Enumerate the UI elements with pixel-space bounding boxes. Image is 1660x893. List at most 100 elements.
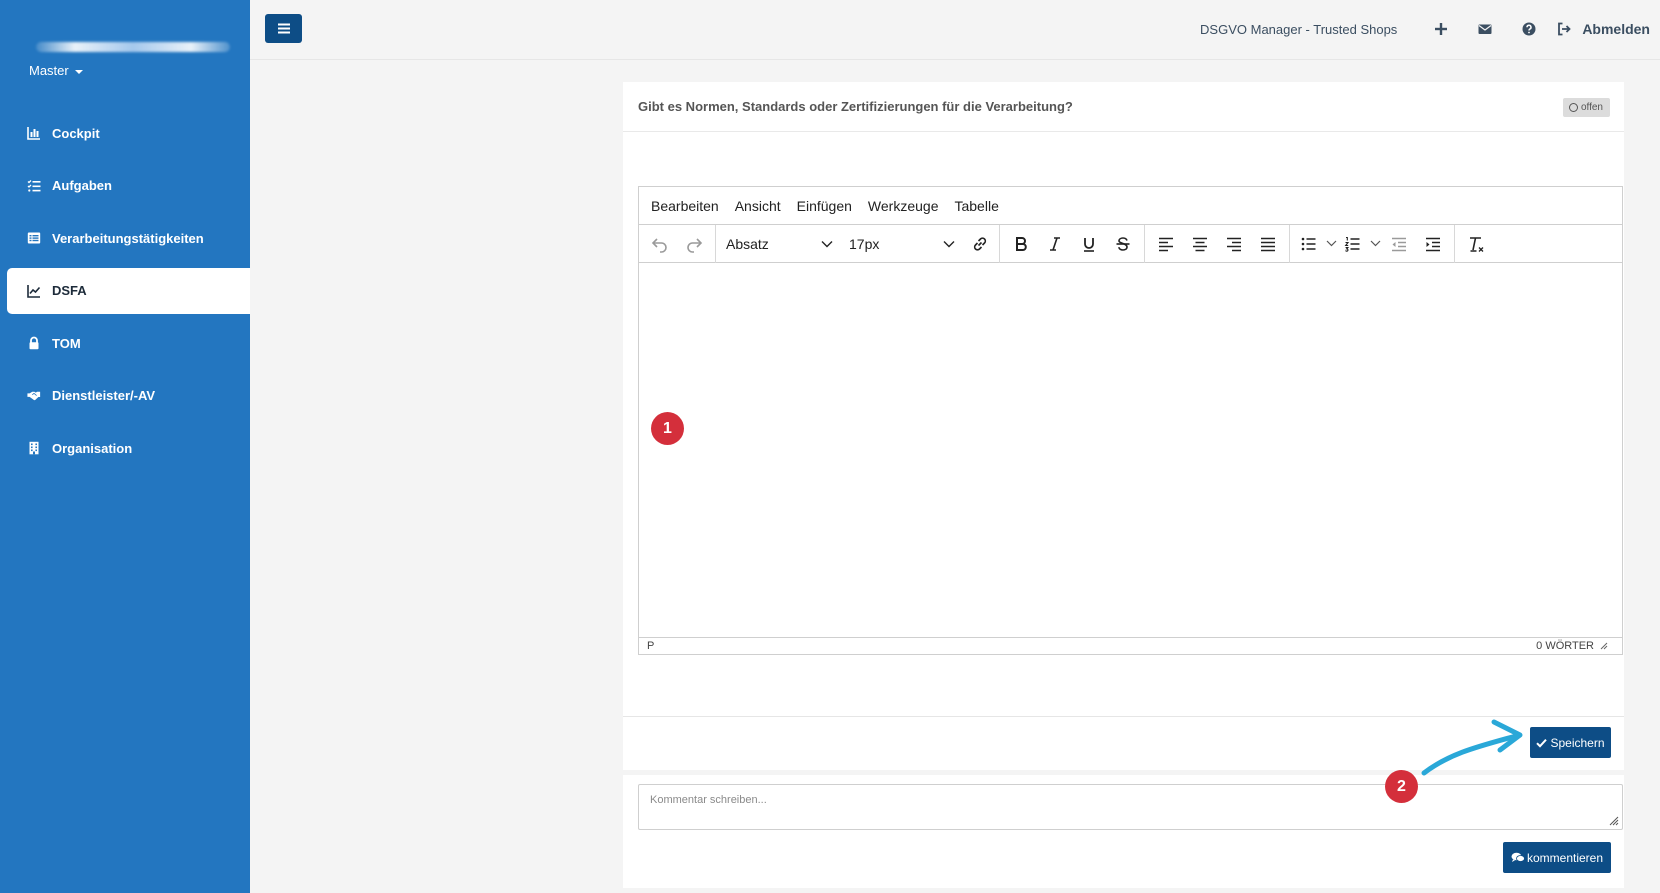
editor-content-area[interactable]: [639, 263, 1622, 665]
align-center-icon: [1193, 237, 1207, 251]
logout-button[interactable]: Abmelden: [1557, 21, 1650, 37]
align-left-button[interactable]: [1149, 227, 1183, 261]
block-format-select[interactable]: Absatz: [718, 227, 841, 261]
alignment-group: [1145, 224, 1290, 263]
list-alt-icon: [27, 231, 41, 245]
comment-button-label: kommentieren: [1526, 850, 1604, 865]
indent-icon: [1426, 237, 1440, 251]
line-chart-icon: [27, 284, 41, 298]
building-icon: [27, 441, 41, 455]
app-title: DSGVO Manager - Trusted Shops: [1200, 21, 1398, 37]
numbered-list-main: [1338, 227, 1368, 261]
comment-input[interactable]: Kommentar schreiben...: [638, 784, 1623, 830]
undo-icon: [651, 237, 667, 253]
menu-einfuegen[interactable]: Einfügen: [797, 198, 852, 214]
list-group: [1290, 224, 1455, 263]
block-format-value: Absatz: [726, 235, 769, 252]
org-selector[interactable]: Master: [29, 63, 83, 78]
divider: [623, 716, 1624, 717]
word-count: 0 WÖRTER: [1536, 640, 1608, 652]
indent-button[interactable]: [1416, 227, 1450, 261]
save-label: Speichern: [1550, 735, 1605, 750]
sidebar-item-label: Aufgaben: [52, 178, 112, 193]
menu-ansicht[interactable]: Ansicht: [735, 198, 781, 214]
bullet-list-main: [1294, 227, 1324, 261]
redo-icon: [687, 237, 703, 253]
help-button[interactable]: [1507, 22, 1551, 36]
sidebar-item-tom[interactable]: TOM: [0, 320, 250, 366]
save-button[interactable]: Speichern: [1530, 727, 1611, 758]
chevron-down-icon: [1324, 240, 1338, 247]
numbered-list-button[interactable]: [1338, 227, 1382, 261]
comment-placeholder: Kommentar schreiben...: [650, 794, 767, 806]
underline-button[interactable]: [1072, 227, 1106, 261]
rich-text-editor: Bearbeiten Ansicht Einfügen Werkzeuge Ta…: [638, 186, 1623, 655]
resize-handle-icon[interactable]: [1609, 816, 1619, 826]
menu-werkzeuge[interactable]: Werkzeuge: [868, 198, 939, 214]
user-email-blurred: [36, 42, 230, 54]
history-group: [639, 224, 716, 263]
bullet-list-button[interactable]: [1294, 227, 1338, 261]
messages-button[interactable]: [1463, 22, 1507, 36]
bold-button[interactable]: [1004, 227, 1038, 261]
clear-formatting-button[interactable]: [1459, 227, 1493, 261]
resize-handle-icon[interactable]: [1600, 642, 1608, 650]
sidebar-item-label: DSFA: [52, 283, 87, 298]
menu-tabelle[interactable]: Tabelle: [954, 198, 998, 214]
sidebar-item-aufgaben[interactable]: Aufgaben: [0, 163, 250, 209]
editor-menubar: Bearbeiten Ansicht Einfügen Werkzeuge Ta…: [639, 187, 1622, 225]
sign-out-icon: [1558, 22, 1572, 36]
italic-button[interactable]: [1038, 227, 1072, 261]
text-style-group: [1000, 224, 1145, 263]
outdent-button[interactable]: [1382, 227, 1416, 261]
link-button[interactable]: [963, 227, 997, 261]
font-size-value: 17px: [849, 235, 880, 252]
align-justify-icon: [1261, 237, 1275, 251]
redo-button[interactable]: [677, 227, 711, 261]
outdent-icon: [1392, 237, 1406, 251]
word-count-label: 0 WÖRTER: [1536, 640, 1594, 652]
top-bar: DSGVO Manager - Trusted Shops Abmelden: [250, 0, 1660, 60]
chevron-down-icon: [1368, 240, 1382, 247]
sidebar-item-dienstleister[interactable]: Dienstleister/-AV: [0, 373, 250, 419]
editor-toolbar: Absatz 17px: [639, 224, 1622, 263]
chevron-down-icon: [943, 240, 955, 247]
element-path[interactable]: P: [647, 640, 654, 652]
question-circle-icon: [1522, 22, 1536, 36]
sidebar-item-dsfa[interactable]: DSFA: [7, 267, 250, 314]
undo-button[interactable]: [643, 227, 677, 261]
sidebar-nav: Cockpit Aufgaben Verarbeitungstätigkeite…: [0, 110, 250, 478]
sidebar-item-organisation[interactable]: Organisation: [0, 425, 250, 471]
sidebar-item-label: TOM: [52, 335, 81, 351]
sidebar-item-label: Cockpit: [52, 125, 100, 141]
top-right-nav: DSGVO Manager - Trusted Shops Abmelden: [1200, 0, 1650, 58]
bullet-list-icon: [1301, 237, 1316, 250]
font-size-select[interactable]: 17px: [841, 227, 963, 261]
align-right-button[interactable]: [1217, 227, 1251, 261]
numbered-list-icon: [1344, 236, 1360, 252]
clear-formatting-icon: [1470, 236, 1484, 252]
align-justify-button[interactable]: [1251, 227, 1285, 261]
status-label: offen: [1580, 102, 1603, 113]
comment-button[interactable]: kommentieren: [1503, 842, 1611, 873]
check-icon: [1536, 738, 1548, 748]
link-icon: [973, 236, 987, 251]
bold-icon: [1016, 236, 1027, 251]
sidebar-toggle-button[interactable]: [265, 14, 302, 43]
sidebar-item-cockpit[interactable]: Cockpit: [0, 110, 250, 156]
sidebar-item-verarbeitungstaetigkeiten[interactable]: Verarbeitungstätigkeiten: [0, 215, 250, 261]
lock-icon: [27, 336, 41, 350]
status-badge: offen: [1562, 98, 1610, 117]
align-center-button[interactable]: [1183, 227, 1217, 261]
annotation-marker-1: 1: [651, 412, 684, 445]
annotation-arrow-icon: [1421, 719, 1523, 776]
comments-icon: [1511, 852, 1525, 862]
add-button[interactable]: [1419, 22, 1463, 36]
chevron-down-icon: [821, 240, 833, 247]
bar-chart-icon: [27, 126, 41, 140]
menu-bearbeiten[interactable]: Bearbeiten: [651, 198, 719, 214]
logout-label: Abmelden: [1582, 21, 1650, 37]
caret-down-icon: [74, 69, 83, 74]
clear-format-group: [1455, 225, 1497, 263]
strikethrough-button[interactable]: [1106, 227, 1140, 261]
